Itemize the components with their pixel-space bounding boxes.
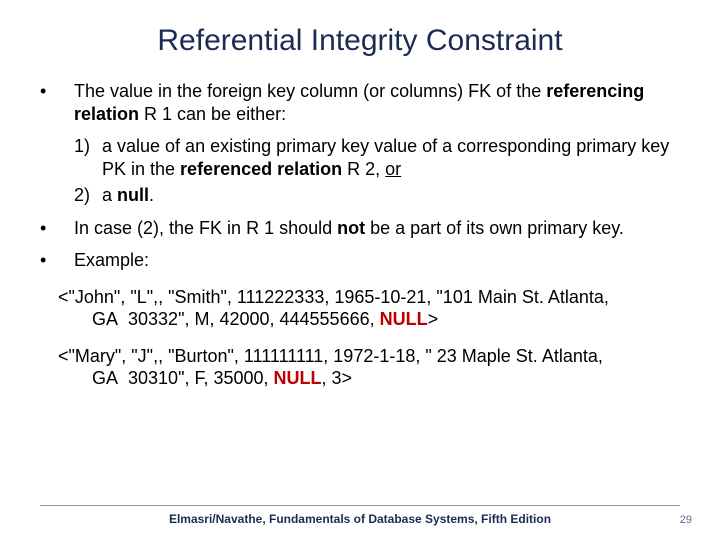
slide-body: • The value in the foreign key column (o… bbox=[40, 80, 680, 390]
numbered-list: 1) a value of an existing primary key va… bbox=[74, 135, 680, 207]
slide: Referential Integrity Constraint • The v… bbox=[0, 0, 720, 540]
slide-footer: Elmasri/Navathe, Fundamentals of Databas… bbox=[0, 505, 720, 526]
example-tuple: <"Mary", "J",, "Burton", 111111111, 1972… bbox=[58, 345, 680, 390]
numbered-text: a value of an existing primary key value… bbox=[102, 135, 680, 180]
numbered-mark: 1) bbox=[74, 135, 102, 180]
footer-text: Elmasri/Navathe, Fundamentals of Databas… bbox=[0, 512, 720, 526]
bullet-item: • The value in the foreign key column (o… bbox=[40, 80, 680, 125]
numbered-item: 1) a value of an existing primary key va… bbox=[74, 135, 680, 180]
slide-title: Referential Integrity Constraint bbox=[40, 24, 680, 58]
bullet-mark: • bbox=[40, 217, 74, 240]
bullet-mark: • bbox=[40, 80, 74, 125]
bullet-text: In case (2), the FK in R 1 should not be… bbox=[74, 217, 680, 240]
bullet-text: Example: bbox=[74, 249, 680, 272]
example-tuple: <"John", "L",, "Smith", 111222333, 1965-… bbox=[58, 286, 680, 331]
numbered-item: 2) a null. bbox=[74, 184, 680, 207]
numbered-mark: 2) bbox=[74, 184, 102, 207]
page-number: 29 bbox=[680, 514, 692, 526]
footer-divider bbox=[40, 505, 680, 506]
bullet-item: • In case (2), the FK in R 1 should not … bbox=[40, 217, 680, 240]
numbered-text: a null. bbox=[102, 184, 680, 207]
bullet-text: The value in the foreign key column (or … bbox=[74, 80, 680, 125]
examples-block: <"John", "L",, "Smith", 111222333, 1965-… bbox=[58, 286, 680, 390]
bullet-mark: • bbox=[40, 249, 74, 272]
bullet-item: • Example: bbox=[40, 249, 680, 272]
